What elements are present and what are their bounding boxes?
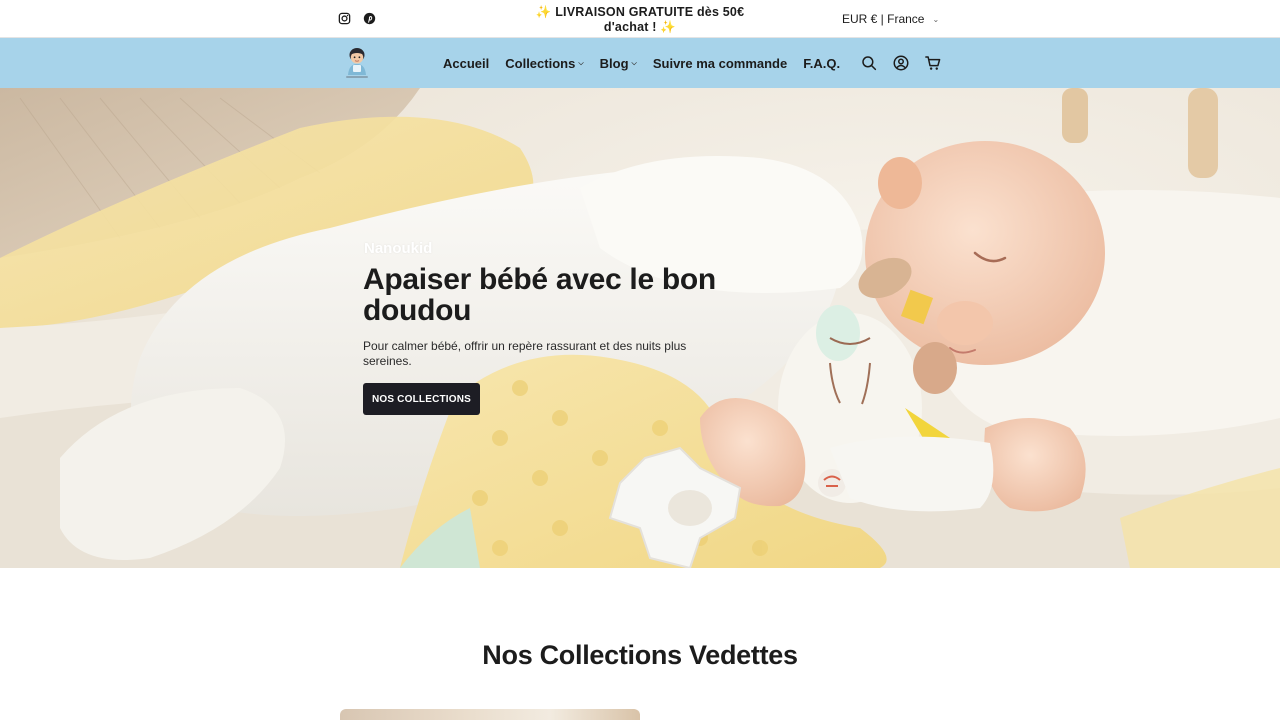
site-header: Accueil Collections ⌵ Blog ⌵ Suivre ma c… <box>0 38 1280 88</box>
hero-subtitle: Pour calmer bébé, offrir un repère rassu… <box>363 339 687 368</box>
announcement-bar: ✨ LIVRAISON GRATUITE dès 50€ d'achat ! ✨… <box>0 0 1280 38</box>
nav-item-label: Accueil <box>443 55 490 71</box>
header-tools <box>860 54 942 72</box>
nav-item-blog[interactable]: Blog ⌵ <box>600 56 637 71</box>
nav-item-accueil[interactable]: Accueil <box>443 56 489 71</box>
chevron-down-icon: ⌵ <box>578 60 584 67</box>
nav-item-faq[interactable]: F.A.Q. <box>803 56 840 71</box>
store-logo[interactable] <box>340 45 374 81</box>
currency-selector[interactable]: EUR € | France ⌄ <box>842 12 939 26</box>
account-icon[interactable] <box>892 54 910 72</box>
nav-item-label: Collections <box>505 55 576 71</box>
nav-item-collections[interactable]: Collections ⌵ <box>505 56 583 71</box>
hero-banner: Nanoukid Apaiser bébé avec le bon doudou… <box>0 88 1280 568</box>
cart-icon[interactable] <box>924 54 942 72</box>
hero-title: Apaiser bébé avec le bon doudou <box>363 263 716 327</box>
announcement-text: ✨ LIVRAISON GRATUITE dès 50€ d'achat ! ✨ <box>535 5 745 34</box>
chevron-down-icon: ⌄ <box>932 14 940 24</box>
chevron-down-icon: ⌵ <box>631 60 637 67</box>
collection-card-image[interactable] <box>340 709 640 720</box>
nav-item-label: F.A.Q. <box>803 55 841 71</box>
main-nav: Accueil Collections ⌵ Blog ⌵ Suivre ma c… <box>443 38 840 88</box>
currency-label: EUR € | France <box>842 12 925 26</box>
nav-item-label: Blog <box>599 55 629 71</box>
collections-button[interactable]: NOS COLLECTIONS <box>363 383 480 415</box>
pinterest-icon[interactable] <box>363 12 376 25</box>
hero-brand: Nanoukid <box>364 240 433 257</box>
hero-image <box>0 88 1280 568</box>
nav-item-label: Suivre ma commande <box>652 55 788 71</box>
instagram-icon[interactable] <box>338 12 351 25</box>
social-links <box>338 12 376 25</box>
collections-section-title: Nos Collections Vedettes <box>482 640 798 670</box>
nav-item-suivre-commande[interactable]: Suivre ma commande <box>653 56 787 71</box>
search-icon[interactable] <box>860 54 878 72</box>
